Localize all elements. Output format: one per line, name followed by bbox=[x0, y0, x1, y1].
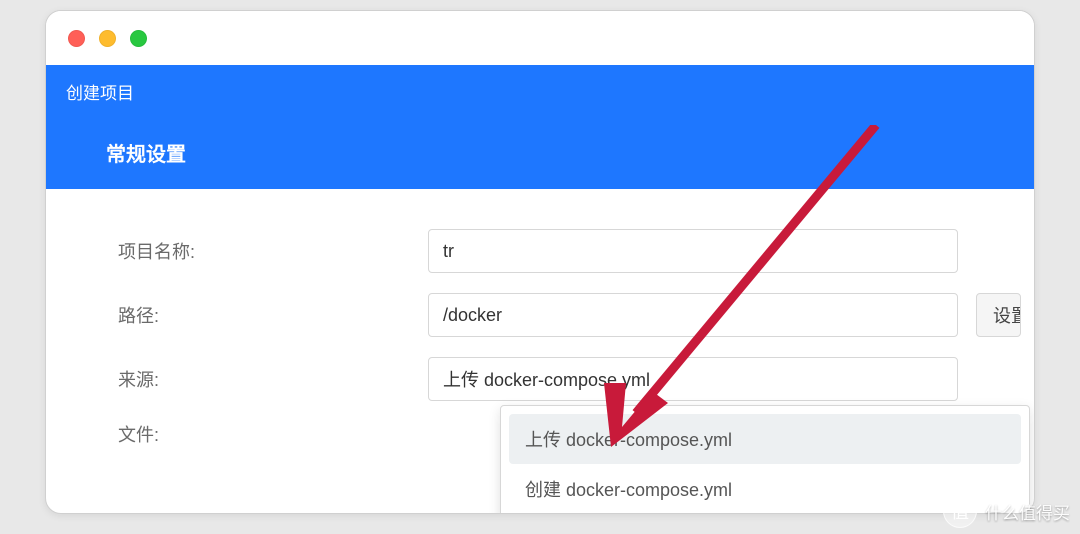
minimize-icon[interactable] bbox=[99, 30, 116, 47]
source-select-value: 上传 docker-compose.yml bbox=[443, 366, 650, 392]
row-project-name: 项目名称: bbox=[118, 229, 1034, 273]
titlebar bbox=[46, 11, 1034, 65]
project-name-input[interactable] bbox=[428, 229, 958, 273]
traffic-lights bbox=[68, 30, 147, 47]
path-set-button[interactable]: 设置 bbox=[976, 293, 1021, 337]
label-source: 来源: bbox=[118, 366, 428, 392]
label-path: 路径: bbox=[118, 302, 428, 328]
watermark-badge-icon: 值 bbox=[943, 494, 977, 528]
window-frame: 创建项目 常规设置 项目名称: 路径: 设置 来源: 上传 docker-com… bbox=[45, 10, 1035, 514]
maximize-icon[interactable] bbox=[130, 30, 147, 47]
row-source: 来源: 上传 docker-compose.yml 上传 docker-comp… bbox=[118, 357, 1034, 401]
form-area: 项目名称: 路径: 设置 来源: 上传 docker-compose.yml 上… bbox=[46, 189, 1034, 447]
breadcrumb[interactable]: 创建项目 bbox=[46, 65, 1034, 120]
watermark-text: 什么值得买 bbox=[985, 499, 1070, 524]
content-area: 创建项目 常规设置 项目名称: 路径: 设置 来源: 上传 docker-com… bbox=[46, 65, 1034, 513]
close-icon[interactable] bbox=[68, 30, 85, 47]
label-project-name: 项目名称: bbox=[118, 238, 428, 264]
row-path: 路径: 设置 bbox=[118, 293, 1034, 337]
watermark: 值 什么值得买 bbox=[943, 494, 1070, 528]
source-select[interactable]: 上传 docker-compose.yml bbox=[428, 357, 958, 401]
dropdown-option-upload[interactable]: 上传 docker-compose.yml bbox=[509, 414, 1021, 464]
path-input[interactable] bbox=[428, 293, 958, 337]
label-file: 文件: bbox=[118, 421, 428, 447]
blue-header: 创建项目 常规设置 bbox=[46, 65, 1034, 189]
section-title: 常规设置 bbox=[46, 120, 1034, 189]
